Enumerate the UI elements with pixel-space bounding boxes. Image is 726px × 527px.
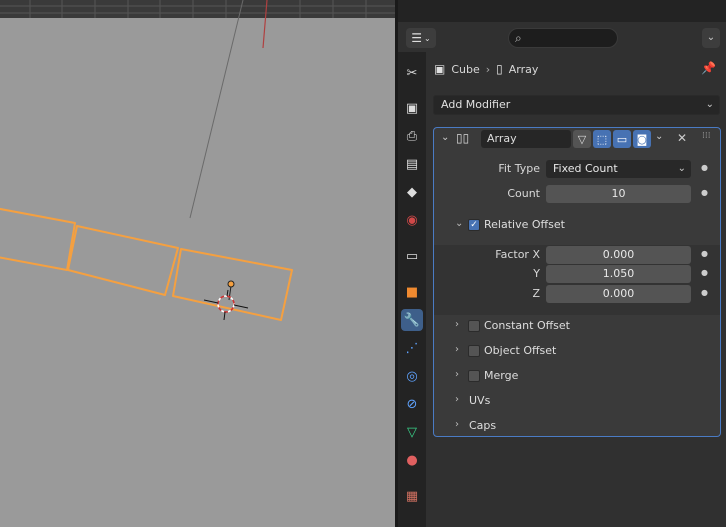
editor-type-button[interactable]: ☰ ⌄ <box>406 28 436 48</box>
relative-offset-checkbox[interactable]: ✓ <box>468 219 480 231</box>
array-cube-2 <box>67 225 179 296</box>
fit-type-label: Fit Type <box>498 162 540 175</box>
object-offset-label: Object Offset <box>484 344 557 357</box>
relative-offset-subpanel[interactable]: ⌄ ✓ Relative Offset <box>434 214 720 236</box>
3d-viewport[interactable] <box>0 0 395 527</box>
uvs-subpanel[interactable]: › UVs <box>434 390 720 412</box>
caps-subpanel[interactable]: › Caps <box>434 415 720 437</box>
scene-icon[interactable]: ◆ <box>401 181 423 203</box>
keyframe-dot-icon[interactable]: ● <box>701 188 708 197</box>
count-row: Count 10 ● <box>434 184 720 204</box>
search-input[interactable]: ⌕ <box>508 28 618 48</box>
collection-icon[interactable]: ▭ <box>401 245 423 267</box>
render-camera-icon[interactable]: ◙ <box>633 130 651 148</box>
keyframe-dot-icon[interactable]: ● <box>701 163 708 172</box>
fit-type-row: Fit Type Fixed Count ⌄ ● <box>434 159 720 179</box>
array-modifier-icon: ▯ <box>496 62 503 76</box>
add-modifier-button[interactable]: Add Modifier ⌄ <box>433 95 720 115</box>
viewport-scene <box>0 0 395 321</box>
properties-content: ▣ Cube › ▯ Array 📌 Add Modifier ⌄ ⌄ ▯▯ A… <box>426 52 726 527</box>
object-icon: ▣ <box>434 62 446 76</box>
keyframe-dot-icon[interactable]: ● <box>701 288 708 297</box>
object-origin <box>227 280 235 288</box>
chevron-right-icon[interactable]: › <box>455 319 459 330</box>
factor-y-row: Y 1.050 ● <box>434 264 720 284</box>
merge-checkbox[interactable] <box>468 370 480 382</box>
constant-offset-checkbox[interactable] <box>468 320 480 332</box>
modifier-header: ⌄ ▯▯ Array ▽ ⬚ ▭ ◙ ⌄ ✕ ⁞⁞⁞ <box>434 128 720 150</box>
properties-header: ☰ ⌄ ⌕ ⌄ <box>398 24 726 52</box>
edit-mode-icon[interactable]: ⬚ <box>593 130 611 148</box>
keyframe-dot-icon[interactable]: ● <box>701 268 708 277</box>
properties-editor-icon: ☰ <box>411 31 423 45</box>
array-cube-1 <box>0 207 76 271</box>
particles-icon[interactable]: ⋰ <box>401 337 423 359</box>
caps-label: Caps <box>469 419 497 432</box>
factor-z-row: Z 0.000 ● <box>434 284 720 304</box>
physics-icon[interactable]: ◎ <box>401 365 423 387</box>
factor-y-label: Y <box>533 267 540 280</box>
array-modifier-icon: ▯▯ <box>456 131 470 145</box>
count-label: Count <box>507 187 540 200</box>
chevron-right-icon[interactable]: › <box>455 419 459 430</box>
fit-type-select[interactable]: Fixed Count ⌄ <box>546 160 691 178</box>
close-icon[interactable]: ✕ <box>677 131 687 145</box>
relative-offset-label: Relative Offset <box>484 218 565 231</box>
properties-tabs: ✂ ▣ ⎙ ▤ ◆ ◉ ▭ ■ 🔧 ⋰ ◎ ⊘ ▽ ● ▦ <box>398 52 426 527</box>
view-layer-icon[interactable]: ▤ <box>401 153 423 175</box>
properties-editor: ☰ ⌄ ⌕ ⌄ ✂ ▣ ⎙ ▤ ◆ ◉ ▭ ■ 🔧 ⋰ ◎ ⊘ ▽ ● ▦ ▣ C… <box>398 0 726 527</box>
constraints-icon[interactable]: ⊘ <box>401 393 423 415</box>
chevron-down-icon: ⌄ <box>706 32 716 43</box>
search-icon: ⌕ <box>515 31 522 45</box>
modifier-name-field[interactable]: Array <box>481 130 571 148</box>
chevron-right-icon[interactable]: › <box>455 344 459 355</box>
chevron-right-icon[interactable]: › <box>455 369 459 380</box>
constant-offset-subpanel[interactable]: › Constant Offset <box>434 315 720 337</box>
add-modifier-label: Add Modifier <box>441 98 511 111</box>
chevron-down-icon: ⌄ <box>705 99 714 110</box>
relative-offset-body: Factor X 0.000 ● Y 1.050 ● Z 0.000 ● <box>434 245 720 315</box>
count-field[interactable]: 10 <box>546 185 691 203</box>
object-icon[interactable]: ■ <box>401 281 423 303</box>
constant-offset-label: Constant Offset <box>484 319 570 332</box>
chevron-down-icon[interactable]: ⌄ <box>655 131 663 142</box>
chevron-down-icon[interactable]: ⌄ <box>455 218 463 229</box>
chevron-right-icon[interactable]: › <box>455 394 459 405</box>
render-icon[interactable]: ▣ <box>401 97 423 119</box>
factor-x-row: Factor X 0.000 ● <box>434 245 720 265</box>
merge-label: Merge <box>484 369 519 382</box>
output-icon[interactable]: ⎙ <box>401 125 423 147</box>
factor-x-label: Factor X <box>495 248 540 261</box>
chevron-down-icon: ⌄ <box>424 33 431 43</box>
breadcrumb-object: Cube <box>451 62 480 76</box>
uvs-label: UVs <box>469 394 491 407</box>
collapse-toggle-icon[interactable]: ⌄ <box>441 132 449 143</box>
merge-subpanel[interactable]: › Merge <box>434 365 720 387</box>
factor-y-field[interactable]: 1.050 <box>546 265 691 283</box>
texture-icon[interactable]: ▦ <box>401 485 423 507</box>
world-icon[interactable]: ◉ <box>401 209 423 231</box>
breadcrumb-modifier: Array <box>508 62 539 76</box>
options-dropdown[interactable]: ⌄ <box>702 28 720 48</box>
pin-icon[interactable]: 📌 <box>701 61 716 75</box>
realtime-display-icon[interactable]: ▭ <box>613 130 631 148</box>
data-icon[interactable]: ▽ <box>401 421 423 443</box>
keyframe-dot-icon[interactable]: ● <box>701 249 708 258</box>
top-bar <box>398 0 726 22</box>
array-modifier-panel: ⌄ ▯▯ Array ▽ ⬚ ▭ ◙ ⌄ ✕ ⁞⁞⁞ Fit Type Fixe… <box>433 127 721 437</box>
fit-type-value: Fixed Count <box>553 162 618 175</box>
factor-z-label: Z <box>532 287 540 300</box>
chevron-down-icon: ⌄ <box>677 163 686 174</box>
material-icon[interactable]: ● <box>401 449 423 471</box>
object-offset-subpanel[interactable]: › Object Offset <box>434 340 720 362</box>
factor-z-field[interactable]: 0.000 <box>546 285 691 303</box>
on-cage-icon[interactable]: ▽ <box>573 130 591 148</box>
breadcrumb: ▣ Cube › ▯ Array <box>434 60 538 78</box>
factor-x-field[interactable]: 0.000 <box>546 246 691 264</box>
chevron-right-icon: › <box>485 62 491 76</box>
drag-handle-icon[interactable]: ⁞⁞⁞ <box>702 131 711 141</box>
object-offset-checkbox[interactable] <box>468 345 480 357</box>
tool-icon[interactable]: ✂ <box>401 62 423 84</box>
modifier-wrench-icon[interactable]: 🔧 <box>401 309 423 331</box>
